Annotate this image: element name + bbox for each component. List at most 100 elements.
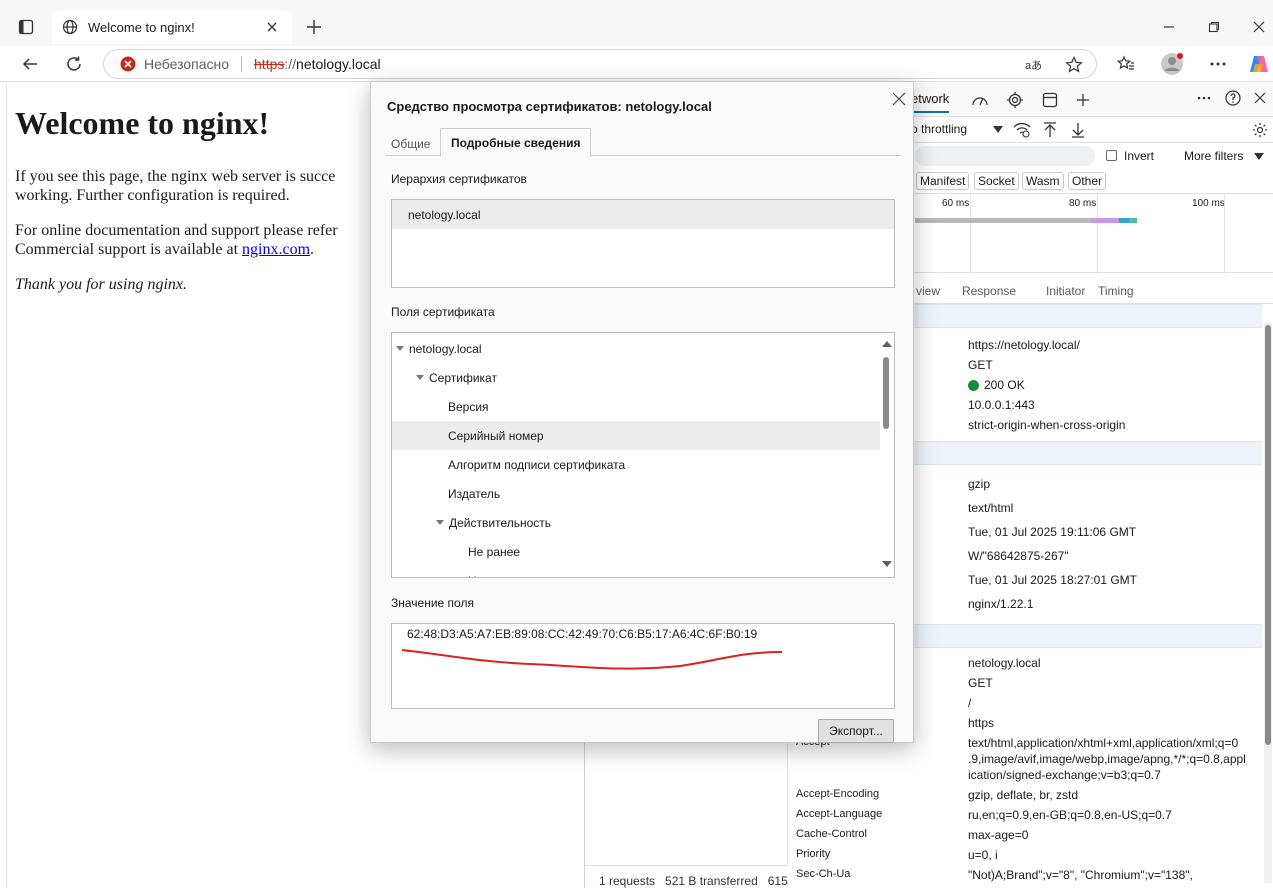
export-button[interactable]: Экспорт... — [818, 719, 894, 743]
intro-line-1: If you see this page, the nginx web serv… — [15, 168, 336, 185]
fields-scrollbar-thumb[interactable] — [883, 357, 889, 429]
certificate-viewer-dialog: Средство просмотра сертификатов: netolog… — [370, 81, 914, 743]
tree-item-serial-number[interactable]: Серийный номер — [392, 421, 880, 450]
scroll-up-icon[interactable] — [882, 341, 892, 347]
expand-triangle-icon[interactable] — [436, 520, 444, 525]
tick-80ms: 80 ms — [1069, 198, 1097, 209]
tick-60ms: 60 ms — [942, 198, 970, 209]
status-code-value: 200 OK — [968, 378, 1025, 392]
red-underline-annotation — [401, 649, 783, 670]
favorite-star-icon[interactable] — [1062, 53, 1086, 77]
chevron-down-icon[interactable] — [987, 119, 1009, 141]
tab-timing[interactable]: Timing — [1098, 284, 1134, 298]
tree-item-not-before[interactable]: Не ранее — [392, 537, 880, 566]
insecure-label[interactable]: Небезопасно — [144, 56, 229, 72]
scroll-down-icon[interactable] — [882, 561, 892, 567]
tree-item-not-after[interactable]: Н — [392, 566, 880, 578]
memory-chip-icon[interactable] — [1004, 89, 1026, 111]
import-har-icon[interactable] — [1039, 119, 1061, 141]
tab-details[interactable]: Подробные сведения — [440, 128, 592, 157]
tree-item-label: Издатель — [448, 486, 501, 501]
docs-line-2: Commercial support is available at nginx… — [15, 240, 314, 260]
header-key: Accept-Language — [796, 808, 883, 820]
accept-value-line-2: .9,image/avif,image/webp,image/apng,*/*;… — [968, 752, 1246, 766]
accept-value-line-1: text/html,application/xhtml+xml,applicat… — [968, 736, 1239, 750]
tab-response[interactable]: Response — [962, 284, 1016, 298]
header-value: u=0, i — [968, 848, 998, 862]
address-bar[interactable]: Небезопасно https://netology.local aあ — [103, 49, 1097, 79]
expand-triangle-icon[interactable] — [396, 346, 404, 351]
invert-checkbox[interactable] — [1106, 150, 1117, 161]
more-filters-chevron-icon[interactable] — [1248, 146, 1270, 168]
browser-tab[interactable]: Welcome to nginx! — [52, 10, 292, 44]
network-conditions-icon[interactable] — [1011, 119, 1033, 141]
tree-item-signature-algorithm[interactable]: Алгоритм подписи сертификата — [392, 450, 880, 479]
more-menu-icon[interactable] — [1204, 50, 1232, 78]
fields-scrollbar[interactable] — [880, 333, 894, 577]
new-tab-icon[interactable] — [302, 15, 326, 39]
grid-line — [970, 194, 971, 274]
field-value-label: Значение поля — [391, 596, 474, 610]
tree-item-certificate[interactable]: Сертификат — [392, 363, 880, 392]
close-tab-icon[interactable] — [262, 17, 282, 37]
tab-initiator[interactable]: Initiator — [1046, 284, 1085, 298]
etag-value: W/"68642875-267" — [968, 549, 1069, 563]
tab-preview[interactable]: view — [916, 284, 940, 298]
minimize-icon[interactable] — [1156, 14, 1182, 40]
tab-general[interactable]: Общие — [385, 132, 436, 156]
read-aloud-icon[interactable]: aあ — [1022, 53, 1046, 77]
network-settings-gear-icon[interactable] — [1249, 119, 1271, 141]
filter-input[interactable] — [915, 146, 1095, 166]
tree-item-validity[interactable]: Действительность — [392, 508, 880, 537]
tree-item-version[interactable]: Версия — [392, 392, 880, 421]
status-ok-icon — [968, 379, 979, 391]
close-devtools-icon[interactable] — [1249, 87, 1271, 109]
add-panel-icon[interactable] — [1072, 89, 1094, 111]
export-har-icon[interactable] — [1067, 119, 1089, 141]
dialog-close-icon[interactable] — [889, 89, 909, 109]
profile-avatar[interactable] — [1158, 50, 1186, 78]
intro-line-2: working. Further configuration is requir… — [15, 187, 290, 204]
header-value: ru,en;q=0.9,en-GB;q=0.8,en-US;q=0.7 — [968, 808, 1172, 822]
hierarchy-item[interactable]: netology.local — [392, 200, 894, 229]
favorites-icon[interactable] — [1112, 50, 1140, 78]
copilot-icon[interactable] — [1245, 50, 1273, 78]
filter-chip-manifest[interactable]: Manifest — [916, 172, 970, 190]
url-text[interactable]: https://netology.local — [254, 56, 381, 72]
browser-toolbar: Небезопасно https://netology.local aあ — [0, 46, 1273, 82]
performance-icon[interactable] — [969, 89, 991, 111]
restore-icon[interactable] — [1201, 14, 1227, 40]
nginx-com-link[interactable]: nginx.com — [242, 241, 310, 258]
filter-chip-other[interactable]: Other — [1068, 172, 1107, 190]
tree-item-label: Серийный номер — [448, 428, 544, 443]
serial-number-value: 62:48:D3:A5:A7:EB:89:08:CC:42:49:70:C6:B… — [407, 627, 758, 641]
refresh-icon[interactable] — [60, 50, 88, 78]
throttling-select[interactable]: o throttling — [911, 122, 967, 136]
tab-network[interactable]: etwork — [911, 91, 950, 113]
filter-chip-wasm[interactable]: Wasm — [1022, 172, 1064, 190]
browser-tab-strip: Welcome to nginx! — [0, 0, 1273, 46]
dialog-title: Средство просмотра сертификатов: netolog… — [387, 99, 712, 114]
details-scrollbar-thumb[interactable] — [1265, 325, 1271, 745]
field-value-box[interactable]: 62:48:D3:A5:A7:EB:89:08:CC:42:49:70:C6:B… — [391, 623, 895, 709]
devtools-more-icon[interactable] — [1193, 87, 1215, 109]
certificate-fields-tree[interactable]: netology.local Сертификат Версия Серийны… — [391, 332, 895, 578]
date-value: Tue, 01 Jul 2025 19:11:06 GMT — [968, 525, 1137, 539]
more-filters-button[interactable]: More filters — [1184, 149, 1243, 163]
content-encoding-value: gzip — [968, 477, 991, 491]
expand-triangle-icon[interactable] — [416, 375, 424, 380]
server-value: nginx/1.22.1 — [968, 597, 1034, 611]
filter-chip-socket[interactable]: Socket — [974, 172, 1019, 190]
tab-actions-icon[interactable] — [10, 11, 42, 43]
tree-item-issuer[interactable]: Издатель — [392, 479, 880, 508]
not-secure-icon[interactable] — [120, 56, 136, 72]
tree-item-root[interactable]: netology.local — [392, 334, 880, 363]
tree-item-label: Сертификат — [429, 370, 497, 385]
close-window-icon[interactable] — [1246, 14, 1272, 40]
remote-address-value: 10.0.0.1:443 — [968, 398, 1035, 412]
help-icon[interactable] — [1222, 87, 1244, 109]
certificate-hierarchy-list[interactable]: netology.local — [391, 199, 895, 288]
application-icon[interactable] — [1039, 89, 1061, 111]
fields-label: Поля сертификата — [391, 305, 495, 319]
back-icon[interactable] — [16, 50, 44, 78]
